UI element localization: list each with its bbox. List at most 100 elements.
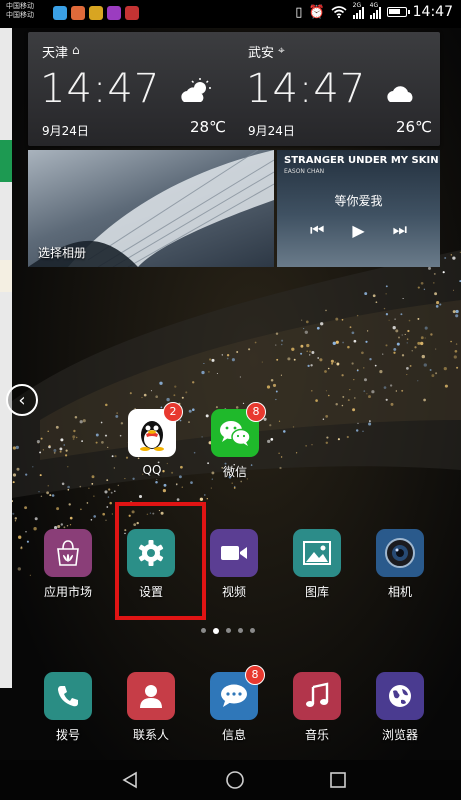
carrier-labels: 中国移动 中国移动 [6, 2, 34, 20]
video-icon [210, 529, 258, 577]
app-label: 应用市场 [43, 585, 92, 599]
network-badge-2g: 2G [352, 1, 362, 9]
settings-highlight-box [115, 502, 206, 620]
page-dot [226, 628, 231, 633]
contacts-icon [127, 672, 175, 720]
music-icon [293, 672, 341, 720]
app-label: 相机 [387, 585, 412, 599]
background-window-edge [0, 28, 12, 688]
page-indicator [201, 627, 255, 634]
app-camera[interactable]: 相机 [363, 529, 437, 600]
page-dot-active [213, 627, 219, 634]
previous-icon[interactable]: ⏮ [310, 220, 324, 240]
app-label: 视频 [221, 585, 246, 599]
notification-icons [53, 6, 139, 20]
app-market-icon [44, 529, 92, 577]
browser-icon [376, 672, 424, 720]
date: 9月24日 [248, 124, 295, 138]
music-player-widget[interactable]: STRANGER UNDER MY SKIN EASON CHAN 等你爱我 ⏮… [277, 150, 440, 267]
app-label: 音乐 [304, 728, 329, 742]
status-time: 14:47 [412, 4, 453, 20]
camera-icon [376, 529, 424, 577]
clock-time: 14:47 [246, 66, 367, 112]
choose-album-label: 选择相册 [38, 246, 87, 260]
photo-album-widget[interactable]: 选择相册 [28, 150, 274, 267]
home-icon [226, 771, 244, 789]
status-bar: 中国移动 中国移动 ▯ ⏰ 2G 4G 14:47 [0, 0, 461, 28]
message-icon: 8 [210, 665, 265, 720]
app-qq[interactable]: 2 QQ [115, 402, 189, 477]
chevron-left-icon: ‹ [18, 389, 26, 411]
app-messages[interactable]: 8 信息 [197, 665, 271, 743]
carrier-2: 中国移动 [6, 11, 34, 19]
app-wechat[interactable]: 8 微信 [198, 402, 272, 480]
app-label: 图库 [304, 585, 329, 599]
vibrate-icon: ▯ [295, 4, 303, 20]
back-icon [122, 771, 137, 789]
background-green-band [0, 140, 12, 182]
notification-badge: 2 [163, 402, 183, 422]
city-name: 武安 [248, 46, 275, 61]
app-label: 拨号 [55, 728, 80, 742]
partly-cloudy-icon [181, 78, 211, 102]
play-icon[interactable]: ▶ [352, 221, 364, 240]
city-name: 天津 [42, 46, 69, 61]
date: 9月24日 [42, 124, 89, 138]
status-icons: ▯ ⏰ 2G 4G 14:47 [295, 2, 453, 21]
carrier-1: 中国移动 [6, 2, 34, 10]
app-dialer[interactable]: 拨号 [31, 672, 105, 743]
page-dot [201, 628, 206, 633]
battery-icon [386, 7, 410, 17]
weather-city-left[interactable]: 天津 ⌂ 14:47 9月24日 28℃ [28, 32, 234, 146]
home-icon: ⌂ [72, 43, 80, 57]
next-icon[interactable]: ⏭ [393, 220, 407, 240]
weather-clock-widget[interactable]: 天津 ⌂ 14:47 9月24日 28℃ 武安 ⌖ 14:47 9月24日 26… [28, 32, 440, 146]
signal-icon: 4G [369, 2, 381, 19]
temperature: 28℃ [190, 118, 226, 136]
clock-time: 14:47 [40, 66, 161, 112]
playback-controls: ⏮ ▶ ⏭ [277, 220, 440, 240]
page-back-button[interactable]: ‹ [6, 384, 38, 416]
gallery-icon [293, 529, 341, 577]
alarm-icon: ⏰ [308, 4, 325, 20]
nav-home-button[interactable] [205, 760, 265, 800]
app-label: 信息 [221, 728, 246, 742]
qq-icon: 2 [128, 402, 183, 457]
track-title: 等你爱我 [334, 194, 383, 208]
notification-app-icon [107, 6, 121, 20]
notification-app-icon [71, 6, 85, 20]
app-market[interactable]: 应用市场 [31, 529, 105, 600]
app-gallery[interactable]: 图库 [280, 529, 354, 600]
artist-name: EASON CHAN [284, 168, 325, 175]
phone-icon [44, 672, 92, 720]
page-dot [250, 628, 255, 633]
recents-icon [330, 772, 346, 788]
page-dot [238, 628, 243, 633]
app-label: 微信 [222, 465, 247, 479]
app-browser[interactable]: 浏览器 [363, 672, 437, 743]
notification-app-icon [89, 6, 103, 20]
nav-recents-button[interactable] [308, 760, 368, 800]
navigation-bar [0, 760, 461, 800]
notification-badge: 8 [245, 665, 265, 685]
background-light-band [0, 260, 12, 292]
location-pin-icon: ⌖ [278, 43, 285, 57]
network-badge-4g: 4G [369, 1, 379, 9]
wifi-icon [331, 6, 347, 18]
cloudy-icon [387, 86, 413, 102]
nav-back-button[interactable] [100, 760, 160, 800]
app-label: QQ [142, 463, 162, 477]
temperature: 26℃ [396, 118, 432, 136]
wechat-icon: 8 [211, 402, 266, 457]
app-contacts[interactable]: 联系人 [114, 672, 188, 743]
app-music[interactable]: 音乐 [280, 672, 354, 743]
app-video[interactable]: 视频 [197, 529, 271, 600]
song-title: STRANGER UNDER MY SKIN [284, 155, 439, 166]
notification-app-icon [53, 6, 67, 20]
app-label: 联系人 [132, 728, 169, 742]
app-label: 浏览器 [381, 728, 418, 742]
weather-city-right[interactable]: 武安 ⌖ 14:47 9月24日 26℃ [234, 32, 440, 146]
notification-app-icon [125, 6, 139, 20]
signal-icon: 2G [352, 2, 364, 19]
notification-badge: 8 [246, 402, 266, 422]
